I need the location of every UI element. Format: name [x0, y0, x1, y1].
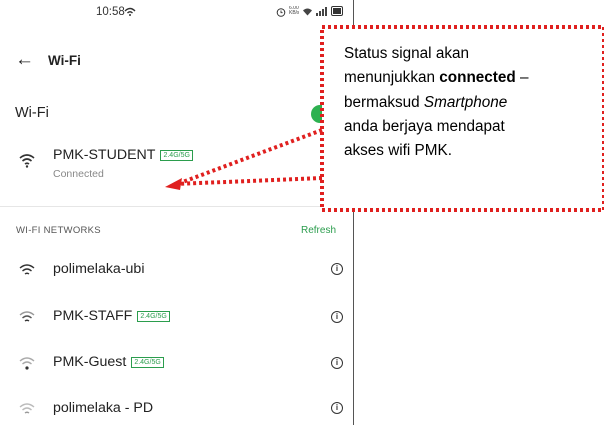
callout-line: akses wifi PMK.: [344, 142, 452, 160]
callout-line: menunjukkan connected –: [344, 69, 529, 87]
callout-line: bermaksud Smartphone: [344, 93, 508, 111]
callout-line: anda berjaya mendapat: [344, 117, 505, 135]
callout-line: Status signal akan: [344, 45, 470, 62]
callout-text: Status signal akan menunjukkan connected…: [344, 42, 594, 163]
